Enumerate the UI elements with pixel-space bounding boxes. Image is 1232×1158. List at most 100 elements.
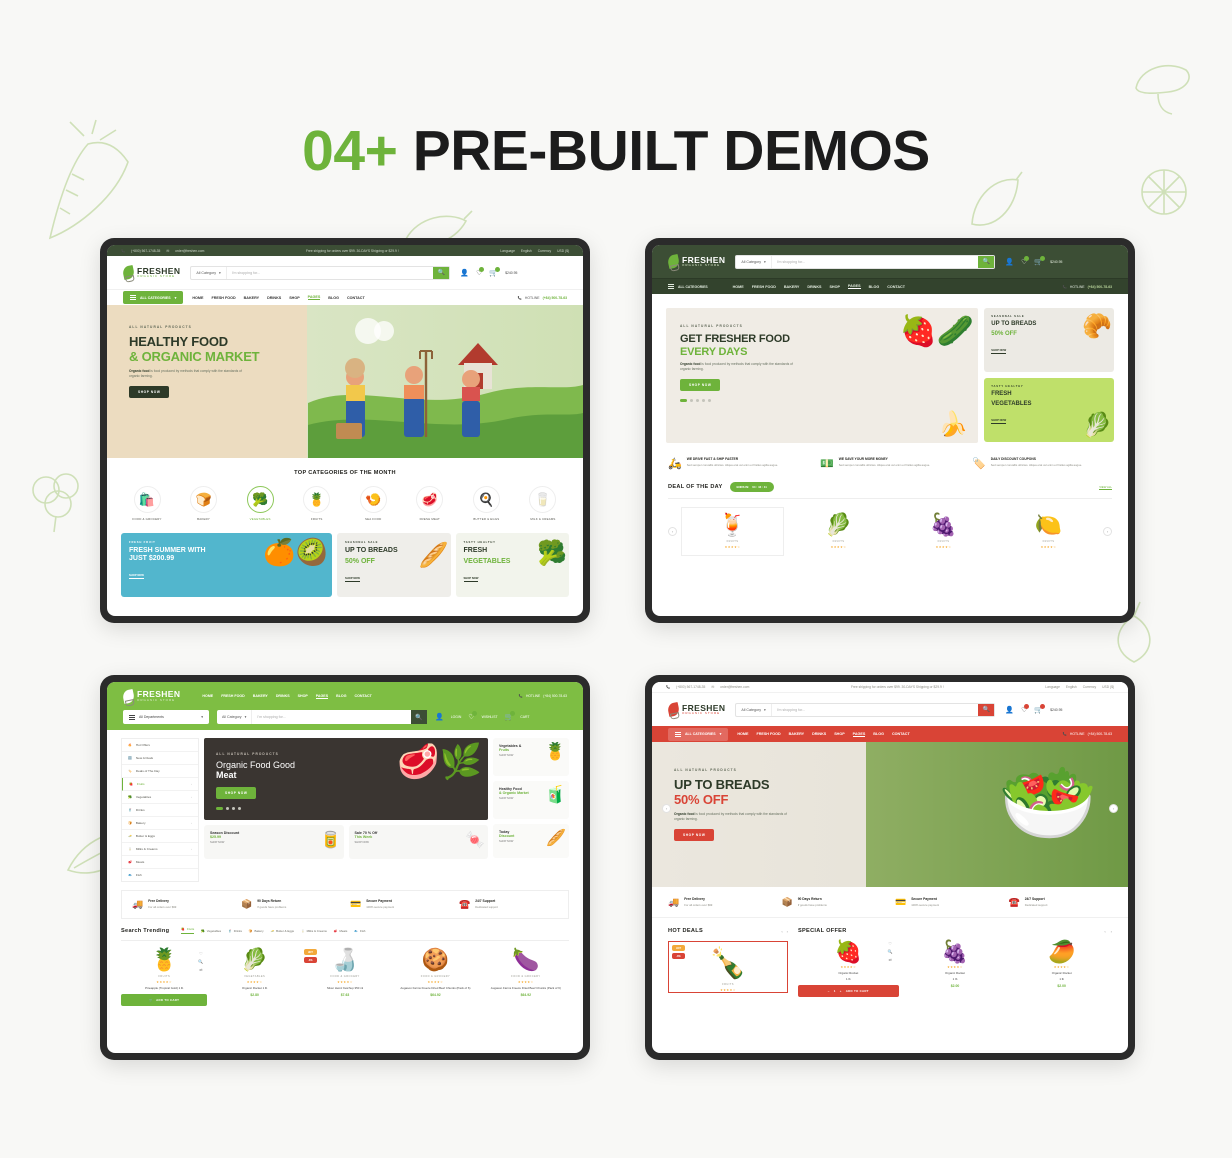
all-categories-button[interactable]: ALL CATEGORIES	[668, 284, 708, 289]
wishlist-icon[interactable]: ♡	[888, 941, 893, 946]
topbar-language-value[interactable]: English	[521, 249, 532, 253]
side-card-healthy-food[interactable]: Healthy Food & Organic Market SHOP NOW 🧃	[493, 781, 569, 819]
product-quick-actions[interactable]: ♡ 🔍 ⇄	[198, 951, 203, 972]
hero-shop-button[interactable]: SHOP NOW	[674, 828, 715, 841]
promo-banner-vegetables[interactable]: TASTY HEALTHY FRESH VEGETABLES SHOP NOW …	[455, 533, 569, 597]
search-input[interactable]: I'm shopping for...	[252, 715, 411, 719]
chip-meats[interactable]: 🥩 Meats	[334, 929, 347, 933]
deal-product-3[interactable]: 🍇 FRUITS ★★★★☆	[893, 508, 994, 555]
chip-fruits[interactable]: 🍓 Fruits	[181, 927, 195, 934]
search-category-select[interactable]: All Category ▾	[736, 255, 772, 268]
plus-button[interactable]: +	[840, 989, 842, 993]
nav-item-drinks[interactable]: DRINKS	[267, 296, 281, 300]
nav-item-fresh-food[interactable]: FRESH FOOD	[756, 732, 780, 736]
nav-item-home[interactable]: HOME	[202, 694, 213, 699]
category-item-fresh-meat[interactable]: 🥩 FRESH MEAT	[404, 486, 456, 521]
account-icon[interactable]: 👤	[435, 713, 444, 721]
search-bar[interactable]: All Category ▾ I'm shopping for... 🔍	[217, 710, 427, 724]
deal-next-button[interactable]: ›	[1103, 527, 1112, 536]
cart-icon[interactable]: 🛒	[505, 711, 516, 721]
chip-drinks[interactable]: 🥤 Drinks	[228, 929, 242, 933]
special-product-strawberry[interactable]: ♡ 🔍 ⇄ 🍓 ★★★★☆ Organic Rocket 1 lb − 1 + …	[798, 941, 899, 998]
wishlist-icon[interactable]: ♡	[1021, 703, 1030, 714]
product-card-pineapple[interactable]: 🍍 ♡ 🔍 ⇄ FRUITS ★★★★☆ Pineapple (Tropical…	[121, 949, 208, 1007]
compare-icon[interactable]: ⇄	[198, 967, 203, 972]
nav-item-shop[interactable]: SHOP	[289, 296, 299, 300]
all-categories-button[interactable]: ALL CATEGORIES ▾	[668, 727, 729, 741]
category-item-fruits[interactable]: 🍍 FRUITS	[291, 486, 343, 521]
nav-item-drinks[interactable]: DRINKS	[276, 694, 290, 699]
topbar-language[interactable]: Language	[500, 249, 515, 253]
nav-item-contact[interactable]: CONTACT	[892, 732, 910, 736]
card-link[interactable]: SHOP NOW	[355, 841, 483, 844]
hotline[interactable]: 📞 HOTLINE (+84) 500-78-63	[519, 694, 567, 698]
account-icon[interactable]: 👤	[1005, 706, 1014, 714]
demo-card-1[interactable]: 📞 (+800) 567-1748-35 ✉ order@freshen.com…	[100, 238, 590, 623]
sidebar-item-milks-creams[interactable]: 🥛 Milks & Creams ›	[122, 843, 198, 856]
promo-link[interactable]: SHOP NOW	[463, 577, 479, 583]
search-input[interactable]: I'm shopping for...	[772, 260, 979, 264]
sidebar-item-meats[interactable]: 🥩 Meats	[122, 856, 198, 869]
sidebar-item-hot-offers[interactable]: 🔥 Hot Offers	[122, 739, 198, 752]
nav-item-blog[interactable]: BLOG	[869, 285, 880, 289]
product-card-beef-chunks-1[interactable]: 🍪 FOOD & GROCERY ★★★★☆ Augason Farms Fre…	[392, 949, 478, 1006]
account-icon[interactable]: 👤	[1005, 258, 1014, 266]
small-card-season-discount[interactable]: Season Discount $25.99 SHOP NOW 🥫	[204, 825, 344, 859]
nav-item-drinks[interactable]: DRINKS	[812, 732, 826, 736]
topbar-currency-value[interactable]: USD ($)	[557, 249, 569, 253]
wishlist-icon[interactable]: ♡	[476, 266, 485, 277]
search-category-select[interactable]: All Category ▾	[736, 703, 772, 716]
category-item-sea-food[interactable]: 🍤 SEA FOOD	[347, 486, 399, 521]
nav-item-bakery[interactable]: BAKERY	[244, 296, 259, 300]
side-card-vegetables-fruits[interactable]: Vegetables & Fruits SHOP NOW 🍍	[493, 738, 569, 776]
product-card-ketchup[interactable]: HOT -8% 🍶 FOOD & GROCERY ★★★★☆ Silver He…	[302, 949, 388, 1006]
nav-item-home[interactable]: HOME	[192, 296, 203, 300]
nav-item-pages[interactable]: PAGES	[307, 295, 321, 300]
hero-prev-button[interactable]: ‹	[662, 804, 671, 813]
search-input[interactable]: I'm shopping for...	[772, 708, 979, 712]
search-bar[interactable]: All Category ▾ I'm shopping for... 🔍	[735, 254, 996, 269]
nav-item-home[interactable]: HOME	[733, 285, 744, 289]
promo-link[interactable]: SHOP NOW	[345, 577, 360, 583]
add-to-cart-button[interactable]: − 1 + ADD TO CART	[798, 985, 899, 998]
product-card-beef-chunks-2[interactable]: 🍆 FOOD & GROCERY ★★★★☆ Augason Farms Fre…	[483, 949, 569, 1006]
sidebar-item-fish[interactable]: 🐟 Fish	[122, 869, 198, 881]
nav-item-contact[interactable]: CONTACT	[887, 285, 905, 289]
hotline[interactable]: 📞 HOTLINE (+84) 500-78-63	[518, 296, 567, 300]
product-quick-actions[interactable]: ♡ 🔍 ⇄	[888, 941, 893, 962]
deal-product-1[interactable]: 🍹 FRUITS ★★★★☆	[681, 507, 784, 556]
cart-label[interactable]: CART	[520, 715, 529, 719]
nav-item-fresh-food[interactable]: FRESH FOOD	[221, 694, 245, 699]
hotline[interactable]: 📞 HOTLINE (+84) 500-78-63	[1063, 285, 1112, 289]
add-to-cart-button[interactable]: 🛒 ADD TO CART	[121, 994, 208, 1007]
sidebar-item-deals-of-the-day[interactable]: 🏷️ Deals of The Day	[122, 765, 198, 778]
account-icon[interactable]: 👤	[460, 269, 469, 277]
login-label[interactable]: LOGIN	[451, 715, 462, 719]
wishlist-icon[interactable]: ♡	[1021, 255, 1030, 266]
nav-item-contact[interactable]: CONTACT	[347, 296, 365, 300]
all-categories-button[interactable]: ALL CATEGORIES ▾	[123, 291, 184, 304]
promo-banner-fresh-summer[interactable]: FRESH FRUIT FRESH SUMMER WITH JUST $200.…	[121, 533, 332, 597]
wishlist-label[interactable]: WISHLIST	[482, 715, 498, 719]
sidebar-item-vegetables[interactable]: 🥦 Vegetables ›	[122, 791, 198, 804]
search-icon[interactable]: 🔍	[978, 255, 995, 268]
nav-item-blog[interactable]: BLOG	[336, 694, 346, 699]
small-card-sale-70[interactable]: Sale 70 % Off This Week SHOP NOW 🍬	[348, 825, 488, 859]
zoom-icon[interactable]: 🔍	[888, 949, 893, 954]
zoom-icon[interactable]: 🔍	[198, 959, 203, 964]
nav-item-shop[interactable]: SHOP	[834, 732, 844, 736]
category-item-milk-creams[interactable]: 🥛 MILK & CREAMS	[517, 486, 569, 521]
chip-butter-eggs[interactable]: 🧈 Butter & Eggs	[271, 929, 294, 933]
category-item-butter-eggs[interactable]: 🍳 BUTTER & EGGS	[460, 486, 512, 521]
topbar-currency[interactable]: Currency	[538, 249, 551, 253]
wishlist-icon[interactable]: ♡	[198, 951, 203, 956]
logo[interactable]: FRESHEN ORGANIC STORE	[666, 253, 725, 270]
chip-bakery[interactable]: 🍞 Bakery	[249, 929, 264, 933]
search-category-select[interactable]: All Category ▾	[217, 710, 253, 724]
cart-icon[interactable]: 🛒	[1034, 703, 1046, 714]
search-icon[interactable]: 🔍	[978, 703, 995, 716]
product-card-rocket[interactable]: 🥬 VEGETABLES ★★★★☆ Organic Rocket 1 lb $…	[211, 949, 297, 1006]
hot-deals-next-button[interactable]: ›	[787, 929, 788, 934]
nav-item-bakery[interactable]: BAKERY	[789, 732, 804, 736]
special-product-mango[interactable]: 🥭 ★★★★☆ Organic Rocket 1 lb $2.00	[1011, 941, 1112, 997]
